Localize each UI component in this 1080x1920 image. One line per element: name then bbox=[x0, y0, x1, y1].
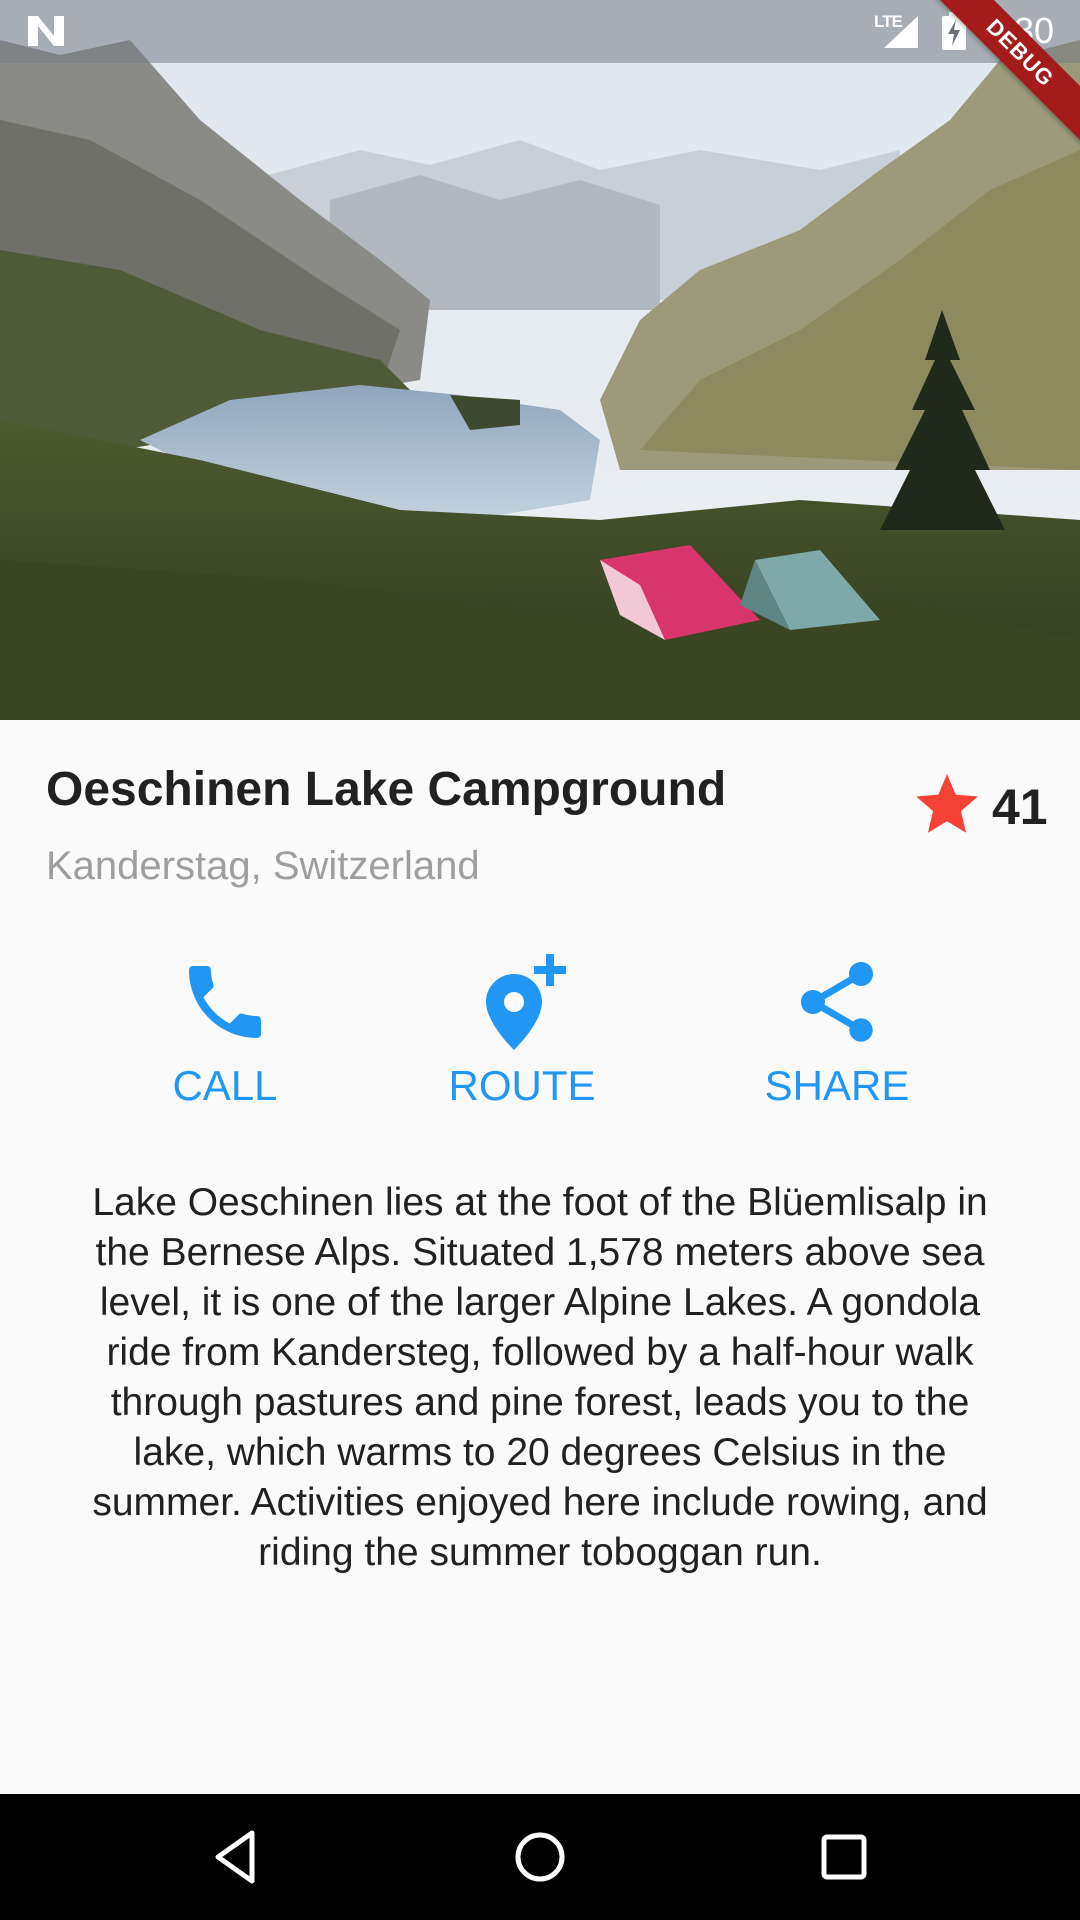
route-button[interactable]: ROUTE bbox=[402, 940, 642, 1120]
phone-icon bbox=[189, 966, 261, 1038]
recents-icon[interactable] bbox=[808, 1821, 880, 1893]
star-icon[interactable] bbox=[908, 768, 986, 842]
action-buttons: CALL ROUTE SHARE bbox=[0, 940, 1080, 1130]
status-bar: LTE 3:30 bbox=[0, 0, 1080, 63]
add-location-icon bbox=[486, 954, 566, 1050]
share-button[interactable]: SHARE bbox=[717, 940, 957, 1120]
title-section: Oeschinen Lake Campground Kanderstag, Sw… bbox=[0, 720, 1080, 910]
favorite-count: 41 bbox=[992, 779, 1048, 835]
home-icon[interactable] bbox=[504, 1821, 576, 1893]
call-label: CALL bbox=[172, 1062, 278, 1109]
route-label: ROUTE bbox=[448, 1062, 596, 1109]
share-icon bbox=[801, 962, 873, 1042]
system-navigation-bar bbox=[0, 1794, 1080, 1920]
hero-image bbox=[0, 0, 1080, 720]
signal-icon bbox=[884, 16, 918, 48]
location-subtitle: Kanderstag, Switzerland bbox=[46, 844, 480, 888]
description-text: Lake Oeschinen lies at the foot of the B… bbox=[92, 1181, 988, 1574]
back-icon[interactable] bbox=[200, 1821, 272, 1893]
page-title: Oeschinen Lake Campground bbox=[46, 763, 727, 816]
call-button[interactable]: CALL bbox=[105, 940, 345, 1120]
share-label: SHARE bbox=[764, 1062, 910, 1109]
notification-n-icon bbox=[28, 16, 64, 46]
